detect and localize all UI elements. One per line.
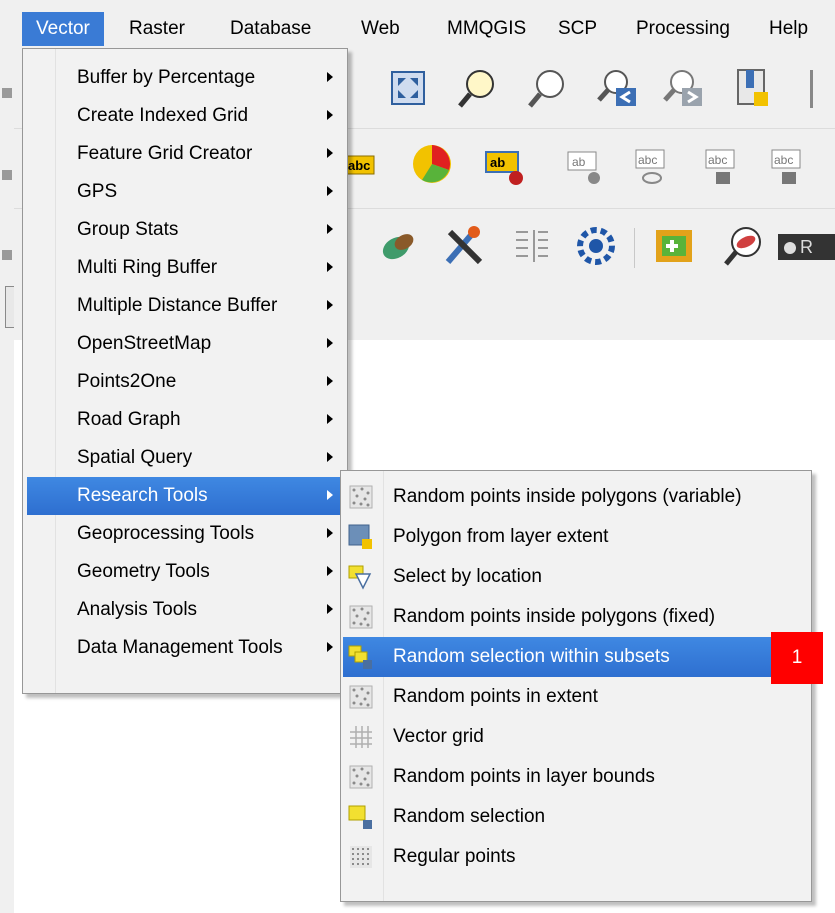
pan-to-selection-icon[interactable] [386,66,430,110]
menu-item-data-management-tools[interactable]: Data Management Tools [27,629,343,667]
random-points-icon [349,685,373,709]
menu-item-openstreetmap[interactable]: OpenStreetMap [27,325,343,363]
menu-item-buffer-by-percentage[interactable]: Buffer by Percentage [27,59,343,97]
menu-item-road-graph[interactable]: Road Graph [27,401,343,439]
menu-processing[interactable]: Processing [622,12,744,46]
toolbar-handle[interactable] [2,170,12,180]
submenu-arrow-icon [327,490,333,500]
submenu-arrow-icon [327,604,333,614]
svg-text:abc: abc [638,153,657,167]
submenu-item-random-points-in-extent[interactable]: Random points in extent [343,677,809,717]
menu-item-geoprocessing-tools[interactable]: Geoprocessing Tools [27,515,343,553]
menu-bar: Vector Raster Database Web MMQGIS SCP Pr… [14,0,835,49]
submenu-item-random-points-polygons-variable[interactable]: Random points inside polygons (variable) [343,477,809,517]
regular-points-icon [350,846,372,868]
menu-item-multi-ring-buffer[interactable]: Multi Ring Buffer [27,249,343,287]
submenu-arrow-icon [327,642,333,652]
diagram-pie-icon[interactable] [410,142,454,186]
submenu-arrow-icon [327,566,333,576]
submenu-item-polygon-from-layer-extent[interactable]: Polygon from layer extent [343,517,809,557]
research-tools-submenu: Random points inside polygons (variable)… [340,470,812,902]
polygon-extent-icon [348,524,372,549]
submenu-arrow-icon [327,262,333,272]
submenu-arrow-icon [327,376,333,386]
submenu-arrow-icon [327,72,333,82]
random-points-icon [349,605,373,629]
menu-item-multiple-distance-buffer[interactable]: Multiple Distance Buffer [27,287,343,325]
add-vector-icon[interactable] [652,224,696,268]
svg-text:abc: abc [348,158,370,173]
submenu-item-regular-points[interactable]: Regular points [343,837,809,877]
menu-raster[interactable]: Raster [115,12,199,46]
zoom-full-icon[interactable] [456,66,500,110]
menu-item-research-tools[interactable]: Research Tools [27,477,343,515]
submenu-item-vector-grid[interactable]: Vector grid [343,717,809,757]
vector-grid-icon [350,726,372,748]
toolbar-separator [634,228,635,268]
menu-help[interactable]: Help [755,12,822,46]
pin-label-icon[interactable]: ab [564,144,608,188]
menu-item-gps[interactable]: GPS [27,173,343,211]
submenu-arrow-icon [327,148,333,158]
zoom-last-icon[interactable] [596,66,640,110]
random-selection-subsets-icon [348,645,372,669]
svg-text:abc: abc [708,153,727,167]
menu-database[interactable]: Database [216,12,325,46]
select-location-icon [348,565,372,590]
zoom-in-icon[interactable] [526,66,570,110]
svg-text:abc: abc [774,153,793,167]
processing-icon[interactable] [574,224,618,268]
plugin-r-button[interactable]: R [778,234,835,260]
annotation-badge: 1 [771,632,823,684]
submenu-arrow-icon [327,224,333,234]
toolbar-handle[interactable] [2,88,12,98]
random-points-icon [349,765,373,789]
menu-item-analysis-tools[interactable]: Analysis Tools [27,591,343,629]
label-abc-icon[interactable]: abc [344,144,388,188]
identify-icon[interactable] [722,224,766,268]
show-hide-labels-icon[interactable]: abc [630,144,674,188]
submenu-arrow-icon [327,110,333,120]
submenu-arrow-icon [327,186,333,196]
submenu-item-random-selection[interactable]: Random selection [343,797,809,837]
rotate-label-icon[interactable]: abc [766,144,810,188]
move-label-icon[interactable]: abc [700,144,744,188]
new-bookmark-icon[interactable] [730,66,774,110]
menu-item-feature-grid-creator[interactable]: Feature Grid Creator [27,135,343,173]
layer-labeling-icon[interactable]: ab [482,144,526,188]
submenu-arrow-icon [327,338,333,348]
menu-item-geometry-tools[interactable]: Geometry Tools [27,553,343,591]
plugin-r-icon [784,242,796,254]
submenu-arrow-icon [327,452,333,462]
menu-item-group-stats[interactable]: Group Stats [27,211,343,249]
submenu-item-random-points-polygons-fixed[interactable]: Random points inside polygons (fixed) [343,597,809,637]
coordinate-capture-icon[interactable] [376,224,420,268]
submenu-arrow-icon [327,528,333,538]
zoom-next-icon[interactable] [662,66,706,110]
menu-mmqgis[interactable]: MMQGIS [433,12,540,46]
submenu-arrow-icon [327,300,333,310]
toolbar-overflow[interactable] [810,70,835,108]
svg-text:ab: ab [490,155,505,170]
menu-scp[interactable]: SCP [544,12,611,46]
svg-text:ab: ab [572,155,586,169]
menu-item-spatial-query[interactable]: Spatial Query [27,439,343,477]
attribute-table-icon[interactable] [510,224,554,268]
submenu-item-select-by-location[interactable]: Select by location [343,557,809,597]
tools-icon[interactable] [442,224,486,268]
submenu-arrow-icon [327,414,333,424]
menu-item-points2one[interactable]: Points2One [27,363,343,401]
vector-menu: Buffer by Percentage Create Indexed Grid… [22,48,348,694]
menu-vector[interactable]: Vector [22,12,104,46]
toolbar-handle[interactable] [2,250,12,260]
window-left-edge [0,0,17,913]
menu-web[interactable]: Web [347,12,414,46]
random-selection-icon [348,805,372,829]
menu-item-create-indexed-grid[interactable]: Create Indexed Grid [27,97,343,135]
submenu-item-random-points-in-layer-bounds[interactable]: Random points in layer bounds [343,757,809,797]
submenu-item-random-selection-within-subsets[interactable]: Random selection within subsets [343,637,809,677]
random-points-icon [349,485,373,509]
